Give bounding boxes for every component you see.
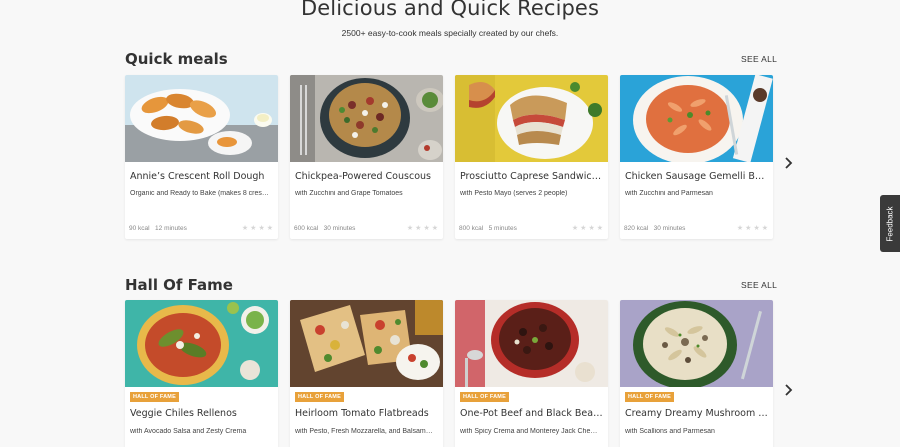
recipe-card[interactable]: Chicken Sausage Gemelli Bolo… with Zucch… [620, 75, 773, 239]
recipe-image-sandwiches [455, 75, 608, 162]
see-all-hall-of-fame-link[interactable]: SEE ALL [741, 280, 777, 290]
section-title-hall-of-fame: Hall Of Fame [125, 276, 233, 294]
recipe-kcal: 600 kcal [294, 225, 319, 232]
recipe-title: Chickpea-Powered Couscous [295, 171, 431, 182]
star-icon: ★ [596, 225, 603, 232]
recipe-meta: 90 kcal 12 minutes [129, 225, 187, 232]
recipe-image-gemelli [620, 75, 773, 162]
recipe-subtitle: with Zucchini and Grape Tomatoes [295, 190, 403, 197]
recipe-card[interactable]: Prosciutto Caprese Sandwiches with Pesto… [455, 75, 608, 239]
hall-of-fame-badge: HALL OF FAME [130, 392, 179, 402]
star-icon: ★ [241, 225, 249, 232]
page-subtitle: 2500+ easy-to-cook meals specially creat… [341, 28, 559, 38]
star-icon: ★ [736, 225, 744, 232]
recipe-meta: 600 kcal 30 minutes [294, 225, 355, 232]
section-title-quick-meals: Quick meals [125, 50, 228, 68]
recipe-rating[interactable]: ★ ★ ★ ★ [572, 225, 603, 232]
page-title: Delicious and Quick Recipes [301, 0, 599, 20]
recipe-time: 30 minutes [653, 225, 686, 232]
recipe-card[interactable]: Chickpea-Powered Couscous with Zucchini … [290, 75, 443, 239]
star-icon: ★ [580, 225, 587, 232]
star-icon: ★ [406, 225, 414, 232]
recipe-meta: 820 kcal 30 minutes [624, 225, 685, 232]
star-icon: ★ [761, 225, 768, 232]
carousel-next-button[interactable] [783, 156, 795, 170]
quick-meals-carousel: Annie’s Crescent Roll Dough Organic and … [125, 75, 773, 239]
recipe-title: Veggie Chiles Rellenos [130, 408, 237, 419]
star-icon: ★ [423, 225, 430, 232]
carousel-next-button[interactable] [783, 383, 795, 397]
recipe-image-mushroom-pasta [620, 300, 773, 387]
star-icon: ★ [250, 225, 257, 232]
recipe-title: Annie’s Crescent Roll Dough [130, 171, 265, 182]
recipe-subtitle: with Spicy Crema and Monterey Jack Che… [460, 428, 598, 435]
recipe-subtitle: with Zucchini and Parmesan [625, 190, 713, 197]
recipe-card[interactable]: HALL OF FAME Veggie Chiles Rellenos with… [125, 300, 278, 447]
recipe-time: 12 minutes [155, 225, 187, 232]
recipe-time: 5 minutes [488, 225, 517, 232]
star-icon: ★ [258, 225, 265, 232]
recipe-title: Heirloom Tomato Flatbreads [295, 408, 429, 419]
star-icon: ★ [266, 225, 273, 232]
recipe-kcal: 820 kcal [624, 225, 649, 232]
recipe-title: Chicken Sausage Gemelli Bolo… [625, 171, 773, 182]
recipe-card[interactable]: HALL OF FAME Heirloom Tomato Flatbreads … [290, 300, 443, 447]
recipe-title: One-Pot Beef and Black Bean … [460, 408, 608, 419]
recipe-subtitle: with Pesto, Fresh Mozzarella, and Balsam… [295, 428, 433, 435]
star-icon: ★ [415, 225, 422, 232]
recipe-subtitle: with Avocado Salsa and Zesty Crema [130, 428, 247, 435]
star-icon: ★ [753, 225, 760, 232]
recipe-card[interactable]: Annie’s Crescent Roll Dough Organic and … [125, 75, 278, 239]
see-all-quick-meals-link[interactable]: SEE ALL [741, 54, 777, 64]
recipe-title: Prosciutto Caprese Sandwiches [460, 171, 608, 182]
recipe-image-chiles [125, 300, 278, 387]
star-icon: ★ [431, 225, 438, 232]
recipe-meta: 800 kcal 5 minutes [459, 225, 517, 232]
feedback-tab[interactable]: Feedback [880, 195, 900, 252]
recipe-card[interactable]: HALL OF FAME Creamy Dreamy Mushroom G… w… [620, 300, 773, 447]
star-icon: ★ [588, 225, 595, 232]
star-icon: ★ [745, 225, 752, 232]
chevron-right-icon [785, 384, 793, 396]
recipe-image-crescent-rolls [125, 75, 278, 162]
recipe-kcal: 800 kcal [459, 225, 484, 232]
recipe-subtitle: with Scallions and Parmesan [625, 428, 715, 435]
hall-of-fame-badge: HALL OF FAME [295, 392, 344, 402]
star-icon: ★ [571, 225, 579, 232]
recipe-subtitle: Organic and Ready to Bake (makes 8 cres… [130, 190, 269, 197]
hall-of-fame-badge: HALL OF FAME [625, 392, 674, 402]
recipe-subtitle: with Pesto Mayo (serves 2 people) [460, 190, 568, 197]
recipe-kcal: 90 kcal [129, 225, 150, 232]
recipe-time: 30 minutes [323, 225, 356, 232]
recipe-image-beef-beans [455, 300, 608, 387]
chevron-right-icon [785, 157, 793, 169]
recipe-rating[interactable]: ★ ★ ★ ★ [242, 225, 273, 232]
hall-of-fame-carousel: HALL OF FAME Veggie Chiles Rellenos with… [125, 300, 773, 447]
recipe-image-flatbreads [290, 300, 443, 387]
recipe-card[interactable]: HALL OF FAME One-Pot Beef and Black Bean… [455, 300, 608, 447]
recipe-rating[interactable]: ★ ★ ★ ★ [737, 225, 768, 232]
hall-of-fame-badge: HALL OF FAME [460, 392, 509, 402]
feedback-label: Feedback [885, 205, 895, 242]
recipe-rating[interactable]: ★ ★ ★ ★ [407, 225, 438, 232]
recipe-image-couscous [290, 75, 443, 162]
recipe-title: Creamy Dreamy Mushroom G… [625, 408, 773, 419]
